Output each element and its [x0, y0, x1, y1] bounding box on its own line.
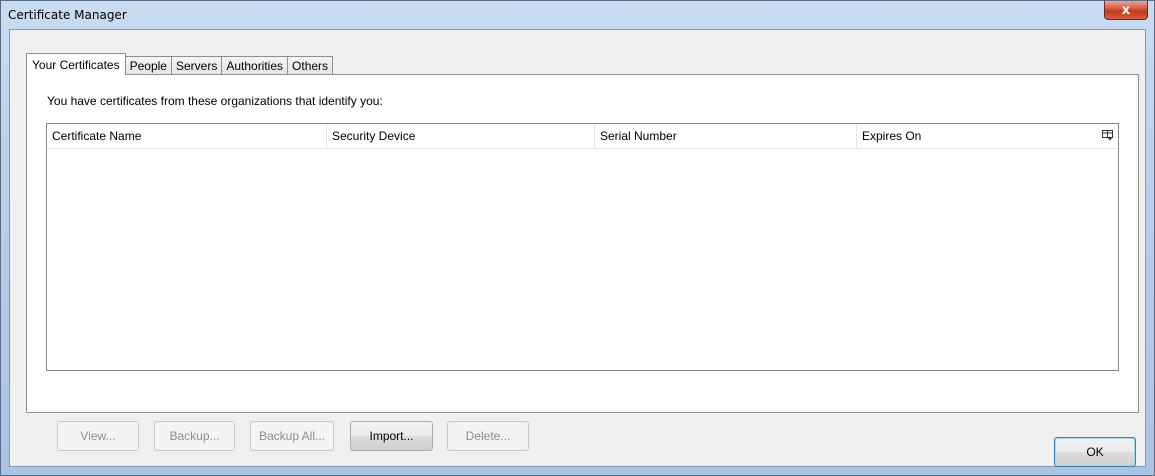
backup-button[interactable]: Backup...: [154, 421, 235, 451]
view-button[interactable]: View...: [57, 421, 139, 451]
backup-all-button[interactable]: Backup All...: [250, 421, 334, 451]
tab-your-certificates[interactable]: Your Certificates: [26, 53, 126, 75]
dialog-body: Your Certificates People Servers Authori…: [9, 29, 1146, 467]
delete-button[interactable]: Delete...: [447, 421, 529, 451]
view-button-label: View...: [80, 429, 116, 443]
intro-text: You have certificates from these organiz…: [47, 94, 383, 108]
import-button-label: Import...: [369, 429, 414, 443]
ok-button[interactable]: OK: [1054, 437, 1136, 467]
import-button[interactable]: Import...: [350, 421, 433, 451]
tab-servers[interactable]: Servers: [170, 56, 223, 75]
tab-strip: Your Certificates People Servers Authori…: [26, 53, 334, 75]
window-title: Certificate Manager: [8, 8, 127, 22]
column-header-security-device[interactable]: Security Device: [327, 124, 595, 148]
delete-button-label: Delete...: [465, 429, 511, 443]
list-header: Certificate Name Security Device Serial …: [47, 124, 1118, 149]
tab-panel-your-certificates: You have certificates from these organiz…: [26, 74, 1139, 451]
tab-authorities[interactable]: Authorities: [221, 56, 289, 75]
column-header-expires-on[interactable]: Expires On: [857, 124, 1100, 148]
column-header-certificate-name[interactable]: Certificate Name: [47, 124, 327, 148]
certificate-list[interactable]: Certificate Name Security Device Serial …: [46, 123, 1119, 371]
close-button[interactable]: x: [1104, 1, 1148, 20]
tab-others[interactable]: Others: [287, 56, 334, 75]
backup-button-label: Backup...: [169, 429, 220, 443]
certificate-manager-window: Certificate Manager x Your Certificates …: [0, 0, 1155, 476]
title-bar: Certificate Manager x: [1, 1, 1154, 29]
column-picker-icon[interactable]: [1102, 130, 1114, 141]
backup-all-button-label: Backup All...: [258, 429, 326, 443]
close-icon: x: [1121, 2, 1131, 18]
column-header-serial-number[interactable]: Serial Number: [595, 124, 857, 148]
ok-button-label: OK: [1086, 445, 1104, 459]
tab-people[interactable]: People: [124, 56, 172, 75]
